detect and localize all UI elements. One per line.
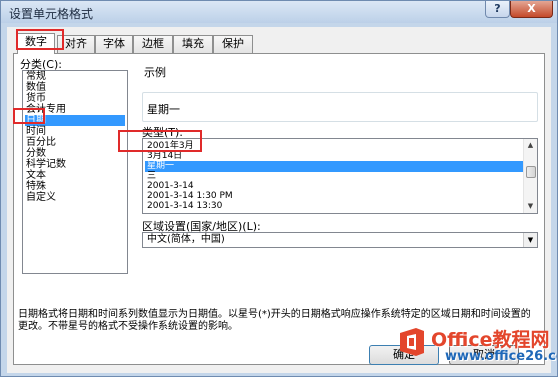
tab-border[interactable]: 边框: [133, 35, 173, 53]
category-item-special[interactable]: 特殊: [25, 181, 125, 192]
category-item-number[interactable]: 数值: [25, 82, 125, 93]
sample-label: 示例: [144, 66, 166, 79]
title-bar[interactable]: 设置单元格格式 ? X: [1, 1, 557, 23]
category-item-accounting[interactable]: 会计专用: [25, 104, 125, 115]
close-button[interactable]: X: [510, 1, 553, 18]
tab-number[interactable]: 数字: [17, 33, 55, 54]
category-item-scientific[interactable]: 科学记数: [25, 159, 125, 170]
office-logo-icon: [400, 328, 424, 356]
locale-dropdown[interactable]: 中文(简体，中国) ▼: [142, 232, 538, 248]
locale-value: 中文(简体，中国): [147, 234, 225, 245]
category-item-fraction[interactable]: 分数: [25, 148, 125, 159]
tab-alignment[interactable]: 对齐: [57, 35, 95, 53]
watermark-brand: Office教程网: [431, 329, 550, 351]
dialog-client: 数字 对齐 字体 边框 填充 保护 分类(C): 常规 数值 货币 会计专用 日…: [7, 27, 551, 373]
dialog-title: 设置单元格格式: [9, 7, 94, 21]
type-list-scrollbar[interactable]: ▲ ▼: [523, 139, 537, 213]
tab-protection[interactable]: 保护: [213, 35, 253, 53]
format-cells-dialog: 设置单元格格式 ? X 数字 对齐 字体 边框 填充 保护 分类(C): 常规 …: [0, 0, 558, 377]
type-item[interactable]: 2001-3-14 13:30: [145, 201, 523, 212]
tab-fill[interactable]: 填充: [173, 35, 213, 53]
sample-box: 星期一: [142, 92, 538, 122]
category-item-general[interactable]: 常规: [25, 71, 125, 82]
scroll-down-arrow-icon[interactable]: ▼: [524, 200, 537, 213]
category-item-date[interactable]: 日期: [25, 115, 125, 126]
scroll-up-arrow-icon[interactable]: ▲: [524, 139, 537, 152]
watermark-url: www.office26.com: [445, 349, 557, 364]
help-button[interactable]: ?: [485, 1, 510, 18]
category-item-time[interactable]: 时间: [25, 126, 125, 137]
scroll-thumb[interactable]: [526, 166, 536, 178]
watermark: Office教程网 www.office26.com: [395, 323, 557, 376]
category-item-percentage[interactable]: 百分比: [25, 137, 125, 148]
type-list[interactable]: 2001年3月 3月14日 星期一 三 2001-3-14 2001-3-14 …: [142, 138, 538, 214]
tab-font[interactable]: 字体: [95, 35, 133, 53]
dropdown-arrow-icon[interactable]: ▼: [523, 233, 537, 247]
number-tab-panel: 分类(C): 常规 数值 货币 会计专用 日期 时间 百分比 分数 科学记数 文…: [13, 53, 545, 365]
category-list[interactable]: 常规 数值 货币 会计专用 日期 时间 百分比 分数 科学记数 文本 特殊 自定…: [22, 70, 128, 274]
sample-value: 星期一: [147, 103, 180, 116]
category-item-text[interactable]: 文本: [25, 170, 125, 181]
category-item-currency[interactable]: 货币: [25, 93, 125, 104]
category-item-custom[interactable]: 自定义: [25, 192, 125, 203]
